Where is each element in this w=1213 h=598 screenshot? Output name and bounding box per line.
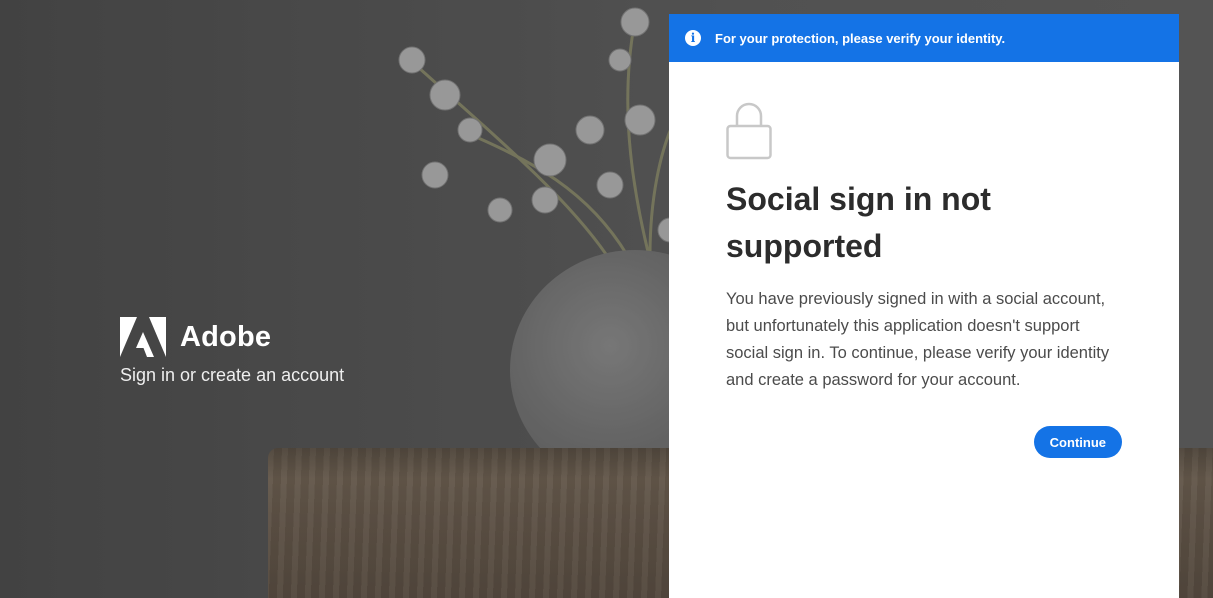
brand-block: Adobe Sign in or create an account [120, 317, 344, 386]
continue-button[interactable]: Continue [1033, 426, 1122, 458]
adobe-logo-icon [120, 317, 166, 357]
dialog-title: Social sign in not supported [726, 181, 991, 264]
dialog-card: i For your protection, please verify you… [669, 14, 1179, 598]
page-background: Adobe Sign in or create an account i For… [0, 0, 1213, 598]
info-banner-message: For your protection, please verify your … [715, 30, 1006, 46]
lock-icon [726, 102, 772, 160]
brand-name: Adobe [180, 320, 272, 353]
dialog-description: You have previously signed in with a soc… [726, 290, 1110, 389]
info-banner: i For your protection, please verify you… [669, 14, 1179, 62]
brand-row: Adobe [120, 317, 344, 357]
brand-tagline: Sign in or create an account [120, 365, 345, 385]
dialog-actions: Continue [726, 426, 1122, 458]
dialog-body: Social sign in not supported You have pr… [669, 62, 1179, 458]
info-icon: i [685, 30, 701, 46]
